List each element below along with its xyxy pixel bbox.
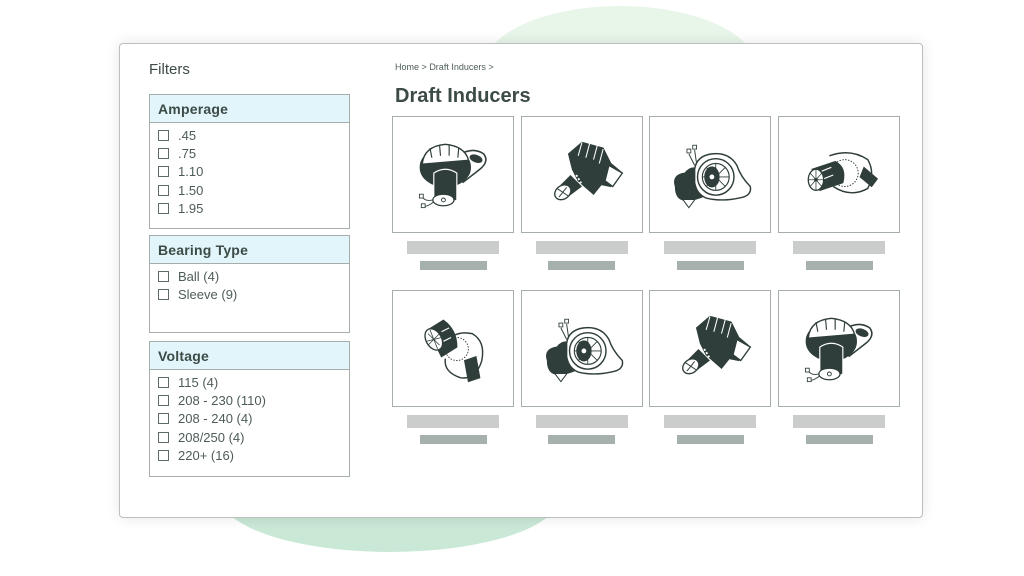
product-name-placeholder[interactable] xyxy=(793,415,886,428)
filter-option-label: Sleeve (9) xyxy=(178,287,238,303)
filter-option[interactable]: 1.95 xyxy=(158,200,349,218)
filter-heading: Bearing Type xyxy=(150,236,349,264)
filter-option-label: 208 - 230 (110) xyxy=(178,393,266,409)
filter-option-label: .45 xyxy=(178,127,197,143)
product-card[interactable] xyxy=(520,116,643,270)
product-name-placeholder[interactable] xyxy=(407,241,499,254)
product-price-placeholder xyxy=(419,435,487,444)
product-name-placeholder[interactable] xyxy=(535,415,628,428)
product-image[interactable] xyxy=(649,116,772,233)
filter-option-label: 208 - 240 (4) xyxy=(178,411,253,427)
filter-option-label: 208/250 (4) xyxy=(178,429,245,445)
breadcrumb-home[interactable]: Home xyxy=(395,62,419,72)
product-card[interactable] xyxy=(778,290,901,444)
page-title: Draft Inducers xyxy=(395,85,531,107)
filter-option[interactable]: .45 xyxy=(158,126,349,144)
product-image[interactable] xyxy=(778,116,901,233)
product-name-placeholder[interactable] xyxy=(793,241,886,254)
filter-group-bearing-type: Bearing Type Ball (4) Sleeve (9) xyxy=(149,235,350,333)
checkbox[interactable] xyxy=(158,203,169,215)
checkbox[interactable] xyxy=(158,450,169,462)
product-card[interactable] xyxy=(778,116,901,270)
filter-option[interactable]: 208 - 230 (110) xyxy=(158,391,349,409)
product-card[interactable] xyxy=(392,116,514,270)
filter-option[interactable]: Ball (4) xyxy=(158,267,349,285)
product-price-placeholder xyxy=(419,261,487,270)
checkbox[interactable] xyxy=(158,270,169,282)
product-image[interactable] xyxy=(778,290,901,407)
product-image[interactable] xyxy=(392,116,514,233)
draft-inducer-motor-tilted-icon xyxy=(424,319,484,382)
checkbox[interactable] xyxy=(158,376,169,388)
breadcrumb-draft-inducers[interactable]: Draft Inducers xyxy=(429,62,486,72)
product-name-placeholder[interactable] xyxy=(535,241,628,254)
filter-group-voltage: Voltage 115 (4) 208 - 230 (110) 208 - 24… xyxy=(149,341,350,477)
filter-option-label: .75 xyxy=(178,146,197,162)
product-price-placeholder xyxy=(805,261,873,270)
checkbox[interactable] xyxy=(158,431,169,443)
draft-inducer-blower-side-icon xyxy=(682,315,752,374)
product-name-placeholder[interactable] xyxy=(407,415,499,428)
draft-inducer-motor-front-icon xyxy=(418,143,487,208)
draft-inducer-wheel-open-icon xyxy=(545,318,623,383)
filter-option-label: 1.10 xyxy=(178,164,204,180)
filter-option[interactable]: 1.50 xyxy=(158,181,349,199)
checkbox[interactable] xyxy=(158,129,169,141)
product-price-placeholder xyxy=(676,435,744,444)
product-card[interactable] xyxy=(520,290,643,444)
checkbox[interactable] xyxy=(158,184,169,196)
product-image[interactable] xyxy=(520,290,643,407)
filter-option-label: 220+ (16) xyxy=(178,448,235,464)
product-price-placeholder xyxy=(805,435,873,444)
product-image[interactable] xyxy=(392,290,514,407)
filter-option-label: Ball (4) xyxy=(178,268,220,284)
draft-inducer-blower-side-icon xyxy=(553,141,623,200)
product-name-placeholder[interactable] xyxy=(664,415,757,428)
product-card[interactable] xyxy=(392,290,514,444)
browser-window: Filters Amperage .45 .75 1.10 1.50 1.95 … xyxy=(119,43,923,518)
checkbox[interactable] xyxy=(158,148,169,160)
filter-option[interactable]: .75 xyxy=(158,144,349,162)
product-name-placeholder[interactable] xyxy=(664,241,757,254)
checkbox[interactable] xyxy=(158,395,169,407)
filter-option[interactable]: 220+ (16) xyxy=(158,447,349,465)
checkbox[interactable] xyxy=(158,413,169,425)
draft-inducer-motor-angled-icon xyxy=(807,151,879,193)
filter-group-amperage: Amperage .45 .75 1.10 1.50 1.95 xyxy=(149,94,350,229)
filter-option-label: 115 (4) xyxy=(178,374,219,390)
filter-option[interactable]: 1.10 xyxy=(158,163,349,181)
filters-title: Filters xyxy=(149,61,190,78)
product-card[interactable] xyxy=(649,116,772,270)
filter-option[interactable]: Sleeve (9) xyxy=(158,285,349,303)
filter-option-label: 1.95 xyxy=(178,201,204,217)
product-price-placeholder xyxy=(548,435,616,444)
product-card[interactable] xyxy=(649,290,772,444)
breadcrumb: Home > Draft Inducers > xyxy=(395,62,494,72)
checkbox[interactable] xyxy=(158,289,169,301)
filter-heading: Voltage xyxy=(150,342,349,370)
product-image[interactable] xyxy=(649,290,772,407)
filter-option[interactable]: 208/250 (4) xyxy=(158,428,349,446)
filter-heading: Amperage xyxy=(150,95,349,123)
filter-option-label: 1.50 xyxy=(178,182,204,198)
breadcrumb-separator: > xyxy=(488,62,494,72)
draft-inducer-wheel-open-icon xyxy=(674,144,752,209)
breadcrumb-separator: > xyxy=(421,62,427,72)
filter-option[interactable]: 208 - 240 (4) xyxy=(158,410,349,428)
checkbox[interactable] xyxy=(158,166,169,178)
filter-option[interactable]: 115 (4) xyxy=(158,373,349,391)
product-price-placeholder xyxy=(548,261,616,270)
product-image[interactable] xyxy=(520,116,643,233)
draft-inducer-motor-front-icon xyxy=(805,317,873,382)
product-price-placeholder xyxy=(676,261,744,270)
